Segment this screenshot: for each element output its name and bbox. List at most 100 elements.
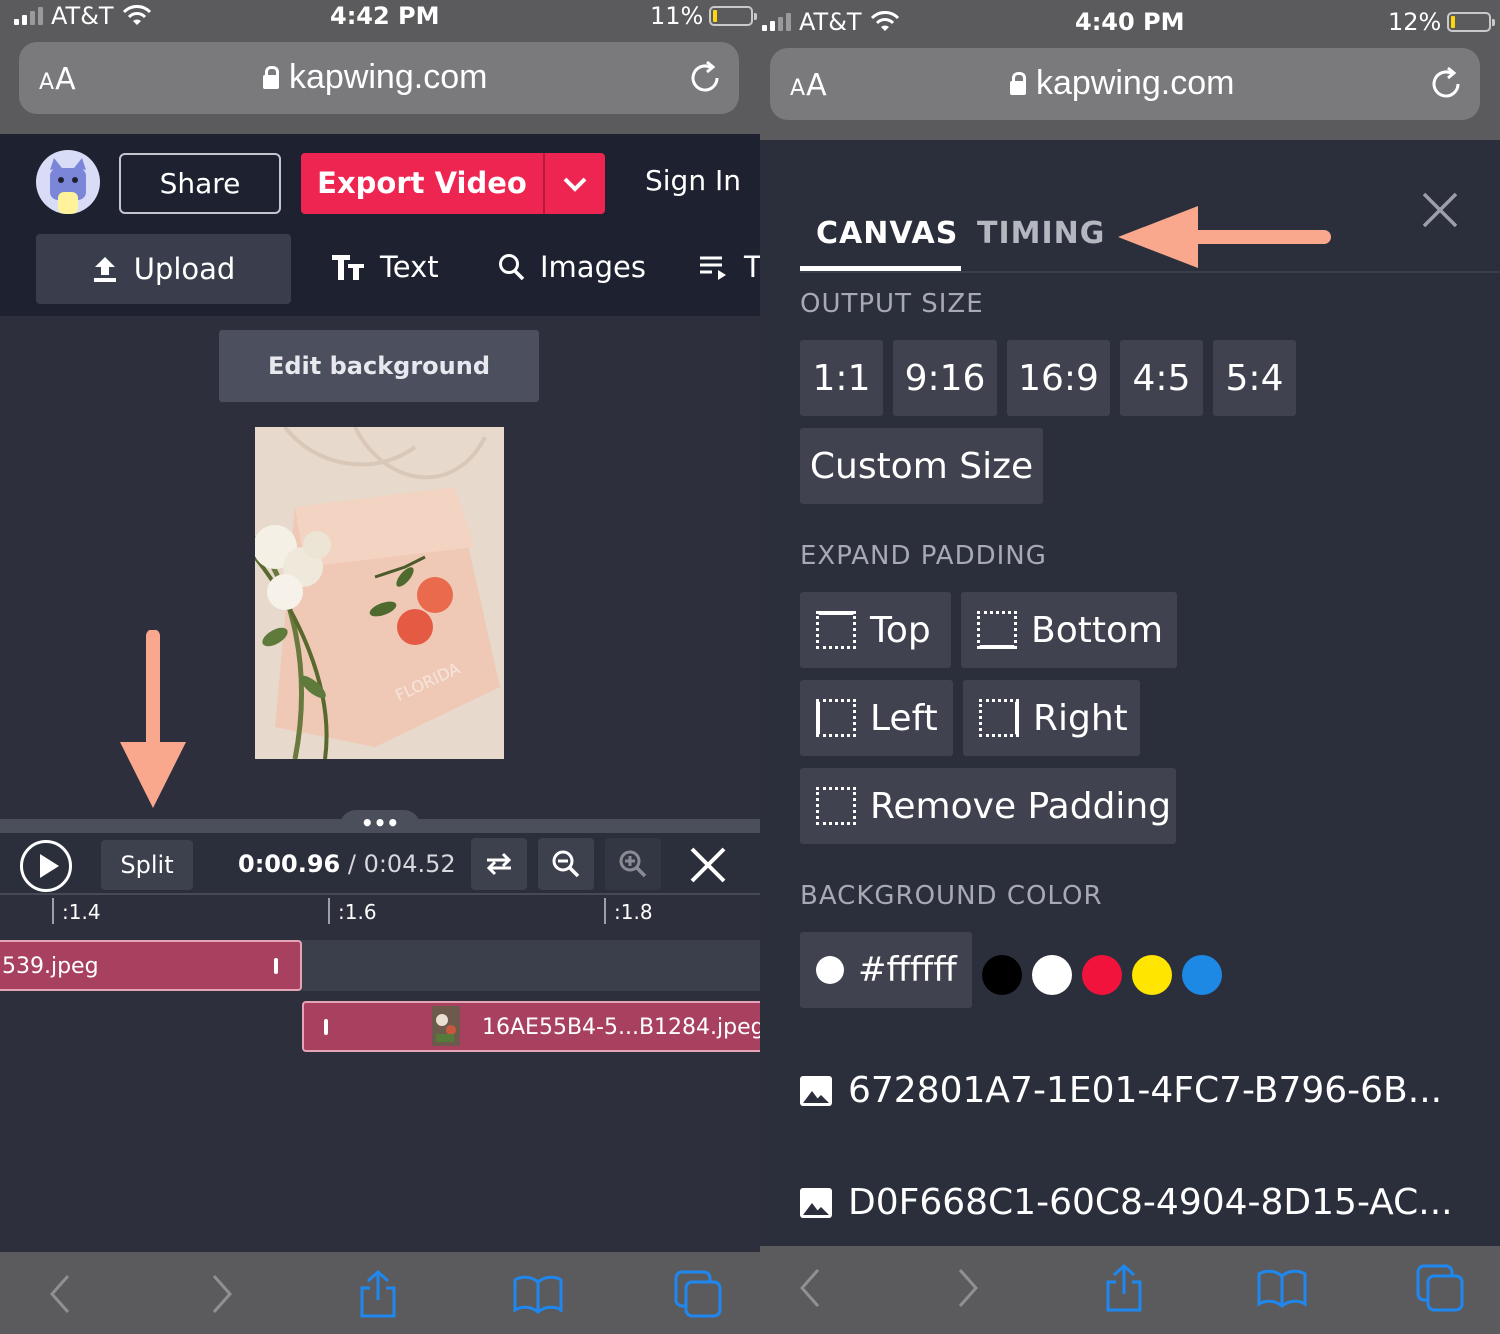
battery-icon [709,6,758,26]
background-color-picker[interactable]: #ffffff [800,932,972,1008]
pad-right-icon [979,699,1019,737]
layer-item[interactable]: 672801A7-1E01-4FC7-B796-6B... [800,1070,1442,1111]
url-display[interactable]: kapwing.com [1010,64,1234,103]
zoom-in-icon [619,850,647,878]
zoom-in-button[interactable] [605,838,661,890]
tote-bag-photo: FLORIDA [255,427,504,759]
text-tool[interactable]: Text [330,250,439,284]
pad-left-icon [816,699,856,737]
total-time: 0:04.52 [363,850,456,878]
safari-toolbar [0,1252,760,1334]
search-icon [499,254,525,281]
tabs-button[interactable] [1412,1260,1468,1316]
signal-icon [14,7,43,25]
battery-status: 12% [1388,8,1496,36]
clip-filename: 539.jpeg [2,954,99,979]
pad-right-button[interactable]: Right [963,680,1140,756]
edit-background-button[interactable]: Edit background [219,330,539,402]
carrier: AT&T [762,8,900,36]
tab-canvas[interactable]: CANVAS [816,216,958,251]
clip-filename: 16AE55B4-5...B1284.jpeg [482,1015,760,1040]
pad-left-button[interactable]: Left [800,680,953,756]
timecode: 0:00.96 / 0:04.52 [238,850,456,878]
custom-size-button[interactable]: Custom Size [800,428,1043,504]
split-button[interactable]: Split [101,840,193,890]
status-bar: AT&T 4:42 PM 11% [0,0,760,38]
size-option-5-4[interactable]: 5:4 [1213,340,1296,416]
timeline-tick: :1.4 [52,898,101,924]
bookmarks-button[interactable] [510,1266,566,1322]
avatar[interactable] [36,150,100,214]
zoom-out-icon [552,850,580,878]
sign-in-link[interactable]: Sign In [645,164,741,197]
chevron-right-icon [958,1269,979,1307]
text-size-button[interactable]: AAAA [790,68,828,103]
export-video-label[interactable]: Export Video [301,153,545,214]
close-icon[interactable] [1420,190,1460,230]
reload-icon[interactable] [685,58,725,98]
tabs-button[interactable] [670,1266,726,1322]
color-swatch-red[interactable] [1082,955,1122,995]
zoom-out-button[interactable] [538,838,594,890]
timeline-tick: :1.6 [328,898,377,924]
color-swatch-black[interactable] [982,955,1022,995]
forward-button[interactable] [940,1260,996,1316]
remove-padding-button[interactable]: Remove Padding [800,768,1176,844]
clock: 4:42 PM [330,2,440,30]
timeline-clip[interactable]: 539.jpeg [0,940,302,991]
pad-top-button[interactable]: Top [800,592,951,668]
color-swatch-yellow[interactable] [1132,955,1172,995]
back-button[interactable] [782,1260,838,1316]
layer-item[interactable]: D0F668C1-60C8-4904-8D15-AC... [800,1182,1453,1223]
clock: 4:40 PM [1075,8,1185,36]
annotation-arrow-down-icon [120,630,186,808]
size-option-4-5[interactable]: 4:5 [1120,340,1203,416]
tab-timing[interactable]: TIMING [977,216,1105,251]
color-swatch-blue[interactable] [1182,955,1222,995]
pad-bottom-button[interactable]: Bottom [961,592,1177,668]
close-timeline-icon[interactable] [688,845,728,885]
size-option-1-1[interactable]: 1:1 [800,340,883,416]
left-screenshot: AT&T 4:42 PM 11% AAAA kapwing.com Share … [0,0,760,1334]
clip-trim-handle[interactable] [324,1019,328,1035]
export-dropdown-button[interactable] [545,175,605,193]
safari-address-area: AAAA kapwing.com [760,44,1500,140]
clip-thumbnail [432,1006,460,1046]
chevron-right-icon [212,1275,233,1313]
text-size-button[interactable]: AAAA [39,62,77,97]
chevron-left-icon [799,1269,820,1307]
export-video-button[interactable]: Export Video [301,153,605,214]
background-color-heading: BACKGROUND COLOR [800,881,1103,911]
reload-icon[interactable] [1426,64,1466,104]
address-bar[interactable]: AAAA kapwing.com [19,42,739,114]
annotation-arrow-left-icon [1118,206,1331,268]
share-button[interactable]: Share [119,153,281,214]
clip-trim-handle[interactable] [274,958,278,974]
more-tools[interactable]: T [698,250,760,284]
url-display[interactable]: kapwing.com [263,58,487,97]
color-swatch-white[interactable] [1032,955,1072,995]
wifi-icon [870,11,899,31]
cat-avatar-icon [50,158,86,214]
safari-toolbar [760,1246,1500,1334]
upload-button[interactable]: Upload [36,234,291,304]
images-tool[interactable]: Images [498,250,646,284]
play-button[interactable] [20,840,72,892]
bookmarks-button[interactable] [1254,1260,1310,1316]
output-size-heading: OUTPUT SIZE [800,289,984,319]
remove-padding-icon [816,787,856,825]
book-icon [513,1275,563,1314]
back-button[interactable] [32,1266,88,1322]
share-sheet-button[interactable] [350,1266,406,1322]
address-bar[interactable]: AAAA kapwing.com [770,48,1480,120]
swap-button[interactable] [471,838,527,890]
image-icon [800,1187,832,1218]
forward-button[interactable] [194,1266,250,1322]
timeline-clip[interactable]: 16AE55B4-5...B1284.jpeg [302,1001,760,1052]
size-option-16-9[interactable]: 16:9 [1007,340,1110,416]
active-tab-indicator [800,266,961,271]
canvas-preview-image[interactable]: FLORIDA [255,427,504,759]
size-option-9-16[interactable]: 9:16 [893,340,997,416]
expand-padding-heading: EXPAND PADDING [800,541,1047,571]
share-sheet-button[interactable] [1096,1260,1152,1316]
